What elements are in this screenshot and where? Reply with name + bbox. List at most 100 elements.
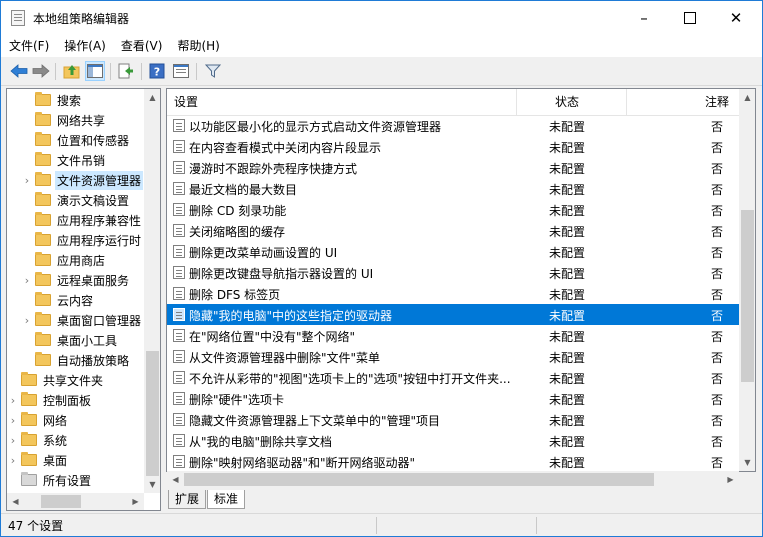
table-row[interactable]: 删除更改菜单动画设置的 UI 未配置 否: [167, 241, 739, 262]
menu-action[interactable]: 操作(A): [57, 35, 113, 57]
menu-view[interactable]: 查看(V): [114, 35, 170, 57]
table-row[interactable]: 隐藏文件资源管理器上下文菜单中的"管理"项目 未配置 否: [167, 409, 739, 430]
policy-editor-icon: [11, 10, 25, 26]
table-row[interactable]: 删除 DFS 标签页 未配置 否: [167, 283, 739, 304]
column-header-setting[interactable]: 设置: [174, 89, 198, 115]
menu-help[interactable]: 帮助(H): [170, 35, 226, 57]
up-one-level-button[interactable]: [62, 61, 82, 81]
tree-item[interactable]: 网络共享: [7, 110, 158, 130]
forward-button[interactable]: [31, 61, 51, 81]
table-row[interactable]: 以功能区最小化的显示方式启动文件资源管理器 未配置 否: [167, 115, 739, 136]
console-tree[interactable]: 搜索 网络共享 位置和传感器 文件吊销 › 文件资源管理器 演示文稿设置 应用程序兼容性 应用程…: [6, 88, 161, 511]
table-row[interactable]: 不允许从彩带的"视图"选项卡上的"选项"按钮中打开文件夹... 未配置 否: [167, 367, 739, 388]
tree-vertical-scrollbar[interactable]: ▲ ▼: [144, 89, 160, 493]
tree-item[interactable]: 文件吊销: [7, 150, 158, 170]
tree-item[interactable]: 应用程序运行时: [7, 230, 158, 250]
properties-button[interactable]: [171, 61, 191, 81]
folder-icon: [35, 252, 51, 266]
tree-item[interactable]: 应用程序兼容性: [7, 210, 158, 230]
table-row[interactable]: 删除"硬件"选项卡 未配置 否: [167, 388, 739, 409]
back-arrow-icon: [10, 64, 28, 78]
scroll-right-icon[interactable]: ▶: [722, 471, 739, 488]
tree-item[interactable]: › 控制面板: [7, 390, 144, 410]
tree-item[interactable]: 所有设置: [7, 470, 144, 490]
maximize-button[interactable]: [667, 1, 713, 35]
setting-note: 否: [711, 120, 724, 134]
tree-hscroll-thumb[interactable]: [41, 495, 81, 508]
expand-chevron-icon[interactable]: ›: [21, 314, 33, 327]
tree-item[interactable]: 自动播放策略: [7, 350, 158, 370]
tree-item-label: 文件资源管理器: [55, 170, 144, 190]
tree-item[interactable]: 共享文件夹: [7, 370, 144, 390]
title-bar[interactable]: 本地组策略编辑器 – ✕: [1, 1, 762, 35]
show-hide-tree-button[interactable]: [85, 61, 105, 81]
tree-item[interactable]: 搜索: [7, 90, 158, 110]
tree-scroll-thumb[interactable]: [146, 351, 159, 476]
export-list-button[interactable]: [116, 61, 136, 81]
column-header-note[interactable]: 注释: [705, 89, 729, 115]
table-row[interactable]: 关闭缩略图的缓存 未配置 否: [167, 220, 739, 241]
table-row[interactable]: 删除 CD 刻录功能 未配置 否: [167, 199, 739, 220]
tab-standard[interactable]: 标准: [207, 490, 246, 509]
expand-chevron-icon[interactable]: ›: [7, 434, 19, 447]
tab-extended[interactable]: 扩展: [168, 490, 207, 509]
list-hscroll-thumb[interactable]: [184, 473, 654, 486]
setting-state: 未配置: [549, 351, 586, 365]
scroll-down-icon[interactable]: ▼: [144, 476, 160, 493]
table-row[interactable]: 删除更改键盘导航指示器设置的 UI 未配置 否: [167, 262, 739, 283]
minimize-button[interactable]: –: [621, 1, 667, 35]
setting-state: 未配置: [549, 183, 586, 197]
table-row[interactable]: 从文件资源管理器中删除"文件"菜单 未配置 否: [167, 346, 739, 367]
table-row[interactable]: 从"我的电脑"删除共享文档 未配置 否: [167, 430, 739, 451]
list-horizontal-scrollbar[interactable]: ◀ ▶: [167, 471, 739, 488]
table-row[interactable]: 隐藏"我的电脑"中的这些指定的驱动器 未配置 否: [167, 304, 739, 325]
settings-list[interactable]: 设置 状态 注释 以功能区最小化的显示方式启动文件资源管理器 未配置否在内容查看模…: [166, 88, 756, 472]
policy-setting-icon: [173, 371, 185, 384]
list-scroll-thumb[interactable]: [741, 210, 754, 382]
list-vertical-scrollbar[interactable]: ▲ ▼: [739, 89, 755, 471]
scroll-down-icon[interactable]: ▼: [739, 454, 755, 471]
expand-chevron-icon[interactable]: ›: [7, 414, 19, 427]
folder-icon: [35, 192, 51, 206]
setting-name: 最近文档的最大数目: [189, 183, 298, 197]
tree-item[interactable]: › 桌面窗口管理器: [7, 310, 158, 330]
tree-item[interactable]: 桌面小工具: [7, 330, 158, 350]
tree-item[interactable]: 应用商店: [7, 250, 158, 270]
table-row[interactable]: 在"网络位置"中没有"整个网络" 未配置 否: [167, 325, 739, 346]
table-row[interactable]: 最近文档的最大数目 未配置 否: [167, 178, 739, 199]
tree-item[interactable]: › 文件资源管理器: [7, 170, 158, 190]
column-divider[interactable]: [516, 89, 517, 115]
folder-icon: [21, 392, 37, 406]
table-row[interactable]: 删除"映射网络驱动器"和"断开网络驱动器" 未配置 否: [167, 451, 739, 471]
tree-item[interactable]: 云内容: [7, 290, 158, 310]
expand-chevron-icon[interactable]: ›: [21, 274, 33, 287]
back-button[interactable]: [9, 61, 29, 81]
expand-chevron-icon[interactable]: ›: [21, 174, 33, 187]
scroll-up-icon[interactable]: ▲: [739, 89, 755, 106]
scroll-right-icon[interactable]: ▶: [127, 493, 144, 510]
policy-setting-icon: [173, 266, 185, 279]
close-button[interactable]: ✕: [713, 1, 759, 35]
setting-name: 删除 DFS 标签页: [189, 288, 281, 302]
tree-item[interactable]: › 网络: [7, 410, 144, 430]
folder-icon: [35, 212, 51, 226]
tree-item[interactable]: 位置和传感器: [7, 130, 158, 150]
tree-item[interactable]: › 远程桌面服务: [7, 270, 158, 290]
tree-item[interactable]: 演示文稿设置: [7, 190, 158, 210]
column-header-state[interactable]: 状态: [555, 89, 579, 115]
scroll-up-icon[interactable]: ▲: [144, 89, 160, 106]
help-button[interactable]: ?: [147, 61, 167, 81]
filter-button[interactable]: [203, 61, 223, 81]
column-divider[interactable]: [626, 89, 627, 115]
menu-file[interactable]: 文件(F): [2, 35, 56, 57]
table-row[interactable]: 在内容查看模式中关闭内容片段显示 未配置 否: [167, 136, 739, 157]
expand-chevron-icon[interactable]: ›: [7, 394, 19, 407]
tree-item[interactable]: › 桌面: [7, 450, 144, 470]
table-row[interactable]: 漫游时不跟踪外壳程序快捷方式 未配置 否: [167, 157, 739, 178]
scroll-left-icon[interactable]: ◀: [167, 471, 184, 488]
tree-horizontal-scrollbar[interactable]: ◀ ▶: [7, 493, 144, 510]
tree-item[interactable]: › 系统: [7, 430, 144, 450]
expand-chevron-icon[interactable]: ›: [7, 454, 19, 467]
scroll-left-icon[interactable]: ◀: [7, 493, 24, 510]
